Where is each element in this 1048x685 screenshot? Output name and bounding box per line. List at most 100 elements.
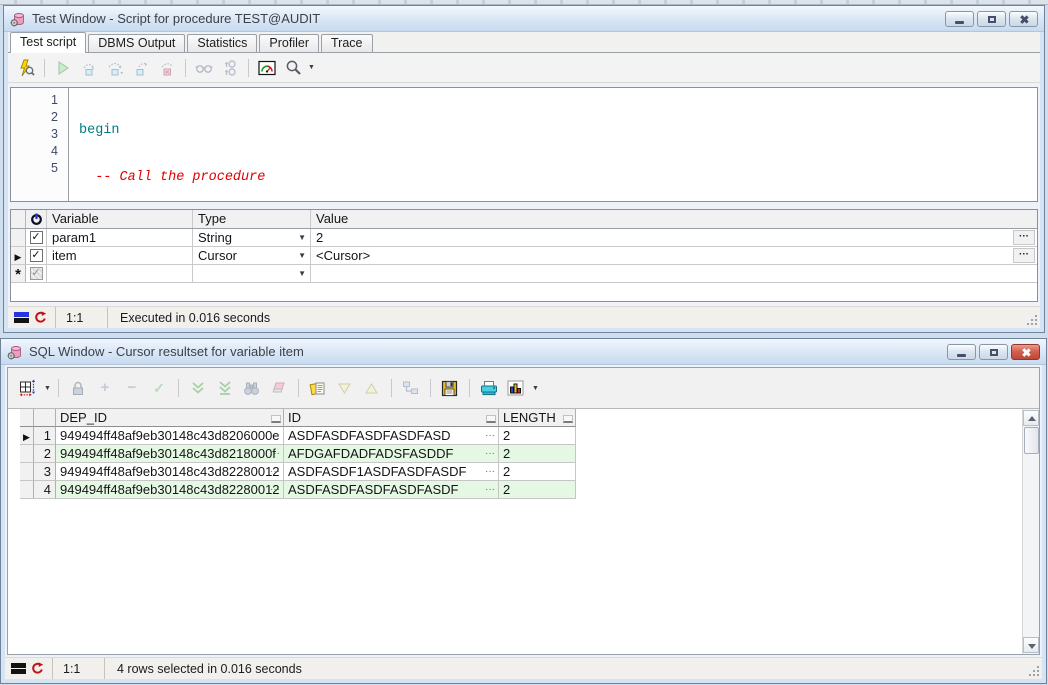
result-row-4[interactable]: 4 949494ff48af9eb30148c43d82280012··· AS…	[20, 481, 576, 499]
restore-button[interactable]	[977, 11, 1006, 27]
id-cell[interactable]: ASDFASDFASDFASDFASDF···	[284, 481, 499, 499]
grid-layout-button[interactable]	[16, 376, 40, 400]
cell-ellipsis-icon[interactable]: ···	[485, 464, 495, 479]
value-column-header[interactable]: Value	[311, 210, 1037, 228]
tab-profiler[interactable]: Profiler	[259, 34, 319, 52]
post-record-button[interactable]: ✓	[147, 376, 171, 400]
variable-row-param1[interactable]: ✓ param1 String▼ 2···	[11, 229, 1037, 247]
cell-ellipsis-icon[interactable]: ···	[485, 428, 495, 443]
length-cell[interactable]: 2	[499, 427, 576, 445]
resize-grip[interactable]	[1024, 661, 1042, 679]
variable-name-cell[interactable]: param1	[47, 229, 193, 246]
step-out-button[interactable]	[129, 56, 153, 80]
checkbox-cell[interactable]: ✓	[26, 265, 47, 282]
find-button[interactable]	[240, 376, 264, 400]
result-row-1[interactable]: ▶ 1 949494ff48af9eb30148c43d8206000e··· …	[20, 427, 576, 445]
variable-type-cell[interactable]: String▼	[193, 229, 311, 246]
script-editor[interactable]: 1 2 3 4 5 begin -- Call the procedure te…	[10, 87, 1038, 202]
cell-ellipsis-icon[interactable]: ···	[270, 428, 280, 443]
length-cell[interactable]: 2	[499, 445, 576, 463]
minimize-button[interactable]	[945, 11, 974, 27]
close-button[interactable]	[1011, 344, 1040, 360]
step-over-button[interactable]	[103, 56, 127, 80]
result-row-3[interactable]: 3 949494ff48af9eb30148c43d82280012··· AS…	[20, 463, 576, 481]
variable-row-item[interactable]: ▶ ✓ item Cursor▼ <Cursor>···	[11, 247, 1037, 265]
checkbox-checked-icon[interactable]: ✓	[30, 249, 43, 262]
run-to-exception-button[interactable]	[155, 56, 179, 80]
checkbox-cell[interactable]: ✓	[26, 247, 47, 264]
type-dropdown-arrow-icon[interactable]: ▼	[298, 247, 306, 264]
variable-type-cell[interactable]: Cursor▼	[193, 247, 311, 264]
value-ellipsis-button[interactable]: ···	[1013, 248, 1035, 263]
execute-button[interactable]	[51, 56, 75, 80]
watches-button[interactable]	[192, 56, 216, 80]
variable-value-cell[interactable]: 2···	[311, 229, 1037, 246]
length-cell[interactable]: 2	[499, 481, 576, 499]
tab-trace[interactable]: Trace	[321, 34, 373, 52]
cell-ellipsis-icon[interactable]: ···	[270, 446, 280, 461]
export-copy-button[interactable]	[306, 376, 330, 400]
profiler-gauge-button[interactable]	[255, 56, 279, 80]
variable-name-cell[interactable]	[47, 265, 193, 282]
zoom-dropdown-arrow-icon[interactable]: ▼	[308, 64, 315, 71]
variable-row-new[interactable]: * ✓ ▼	[11, 265, 1037, 283]
insert-record-button[interactable]: +	[93, 376, 117, 400]
test-window-titlebar[interactable]: Test Window - Script for procedure TEST@…	[4, 6, 1044, 32]
close-button[interactable]	[1009, 11, 1038, 27]
row-number-cell[interactable]: 4	[34, 481, 56, 499]
type-dropdown-arrow-icon[interactable]: ▼	[298, 229, 306, 246]
result-row-2[interactable]: 2 949494ff48af9eb30148c43d8218000f··· AF…	[20, 445, 576, 463]
start-debugger-button[interactable]	[14, 56, 38, 80]
tab-dbms-output[interactable]: DBMS Output	[88, 34, 185, 52]
sql-window-titlebar[interactable]: SQL Window - Cursor resultset for variab…	[1, 339, 1046, 365]
id-cell[interactable]: AFDGAFDADFADSFASDDF···	[284, 445, 499, 463]
variable-column-header[interactable]: Variable	[47, 210, 193, 228]
fetch-next-page-button[interactable]	[186, 376, 210, 400]
column-header-dep-id[interactable]: DEP_ID	[56, 409, 284, 427]
type-dropdown-arrow-icon[interactable]: ▼	[298, 265, 306, 282]
column-options-icon[interactable]	[271, 415, 281, 423]
sort-descending-button[interactable]	[333, 376, 357, 400]
dep-id-cell[interactable]: 949494ff48af9eb30148c43d82280012···	[56, 463, 284, 481]
cell-ellipsis-icon[interactable]: ···	[270, 482, 280, 497]
column-options-icon[interactable]	[563, 415, 573, 423]
restore-button[interactable]	[979, 344, 1008, 360]
type-column-header[interactable]: Type	[193, 210, 311, 228]
save-button[interactable]	[438, 376, 462, 400]
column-header-length[interactable]: LENGTH	[499, 409, 576, 427]
highlight-button[interactable]	[267, 376, 291, 400]
print-button[interactable]	[477, 376, 501, 400]
checkbox-cell[interactable]: ✓	[26, 229, 47, 246]
variable-toggle-column-header[interactable]	[26, 210, 47, 228]
master-detail-button[interactable]	[399, 376, 423, 400]
variable-name-cell[interactable]: item	[47, 247, 193, 264]
row-number-cell[interactable]: 3	[34, 463, 56, 481]
tab-test-script[interactable]: Test script	[10, 32, 86, 53]
column-options-icon[interactable]	[486, 415, 496, 423]
scroll-up-button[interactable]	[1023, 410, 1039, 426]
dep-id-cell[interactable]: 949494ff48af9eb30148c43d82280012···	[56, 481, 284, 499]
lock-button[interactable]	[66, 376, 90, 400]
editor-code-area[interactable]: begin -- Call the procedure test(param1 …	[69, 88, 282, 201]
row-number-cell[interactable]: 2	[34, 445, 56, 463]
minimize-button[interactable]	[947, 344, 976, 360]
length-cell[interactable]: 2	[499, 463, 576, 481]
variable-type-cell[interactable]: ▼	[193, 265, 311, 282]
cell-ellipsis-icon[interactable]: ···	[270, 464, 280, 479]
breakpoints-button[interactable]	[218, 56, 242, 80]
dep-id-cell[interactable]: 949494ff48af9eb30148c43d8206000e···	[56, 427, 284, 445]
variable-value-cell[interactable]	[311, 265, 1037, 282]
grid-layout-dropdown-arrow-icon[interactable]: ▼	[44, 385, 51, 392]
chart-button[interactable]	[504, 376, 528, 400]
id-cell[interactable]: ASDFASDFASDFASDFASD···	[284, 427, 499, 445]
column-header-id[interactable]: ID	[284, 409, 499, 427]
resize-grip[interactable]	[1022, 310, 1040, 328]
checkbox-checked-icon[interactable]: ✓	[30, 231, 43, 244]
zoom-button[interactable]	[281, 56, 305, 80]
scrollbar-thumb[interactable]	[1024, 427, 1039, 454]
cell-ellipsis-icon[interactable]: ···	[485, 482, 495, 497]
variable-value-cell[interactable]: <Cursor>···	[311, 247, 1037, 264]
tab-statistics[interactable]: Statistics	[187, 34, 257, 52]
row-number-cell[interactable]: 1	[34, 427, 56, 445]
sort-ascending-button[interactable]	[360, 376, 384, 400]
